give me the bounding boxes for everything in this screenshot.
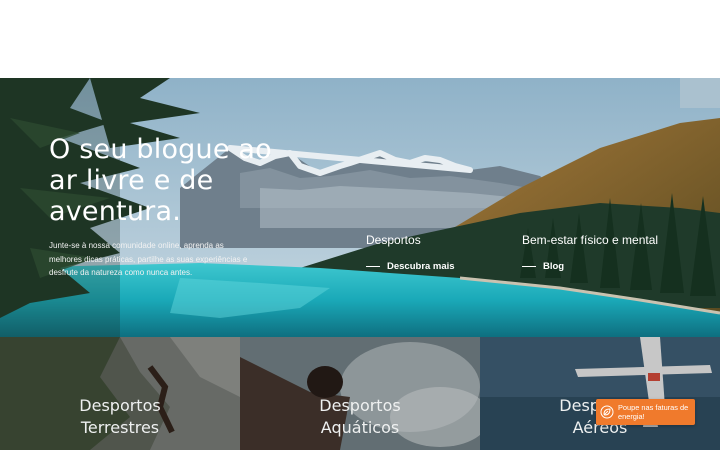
- category-wellbeing: Bem-estar físico e mental Blog: [522, 233, 659, 272]
- tile-land-sports-label: Desportos Terrestres: [0, 395, 240, 439]
- promo-text: Poupe nas faturas de energia!: [618, 403, 689, 421]
- tile-label-line2: Aquáticos: [320, 418, 400, 437]
- tile-label-line1: Desportos: [319, 396, 401, 415]
- tile-label-line2: Terrestres: [80, 418, 160, 437]
- blog-link-label: Blog: [543, 261, 565, 272]
- hero-section: O seu blogue ao ar livre e de aventura. …: [0, 78, 720, 337]
- link-dash: [366, 266, 380, 267]
- tile-label-line1: Desportos: [79, 396, 161, 415]
- tile-land-sports[interactable]: Desportos Terrestres: [0, 337, 240, 450]
- category-sports: Desportos Descubra mais: [366, 233, 455, 272]
- category-sports-title: Desportos: [366, 233, 421, 247]
- hero-title: O seu blogue ao ar livre e de aventura.: [49, 134, 272, 227]
- discover-more-link[interactable]: Descubra mais: [366, 261, 455, 272]
- leaf-icon: [596, 399, 618, 425]
- discover-more-label: Descubra mais: [387, 261, 455, 272]
- energy-savings-promo[interactable]: Poupe nas faturas de energia!: [596, 399, 695, 425]
- hero-description: Junte-se à nossa comunidade online, apre…: [49, 241, 248, 277]
- tile-water-sports[interactable]: Desportos Aquáticos: [240, 337, 480, 450]
- link-dash: [522, 266, 536, 267]
- tile-air-sports[interactable]: Desportos Aéreos: [480, 337, 720, 450]
- tile-water-sports-label: Desportos Aquáticos: [240, 395, 480, 439]
- top-header-space: [0, 0, 720, 78]
- blog-link[interactable]: Blog: [522, 261, 564, 272]
- category-wellbeing-title: Bem-estar físico e mental: [522, 233, 659, 247]
